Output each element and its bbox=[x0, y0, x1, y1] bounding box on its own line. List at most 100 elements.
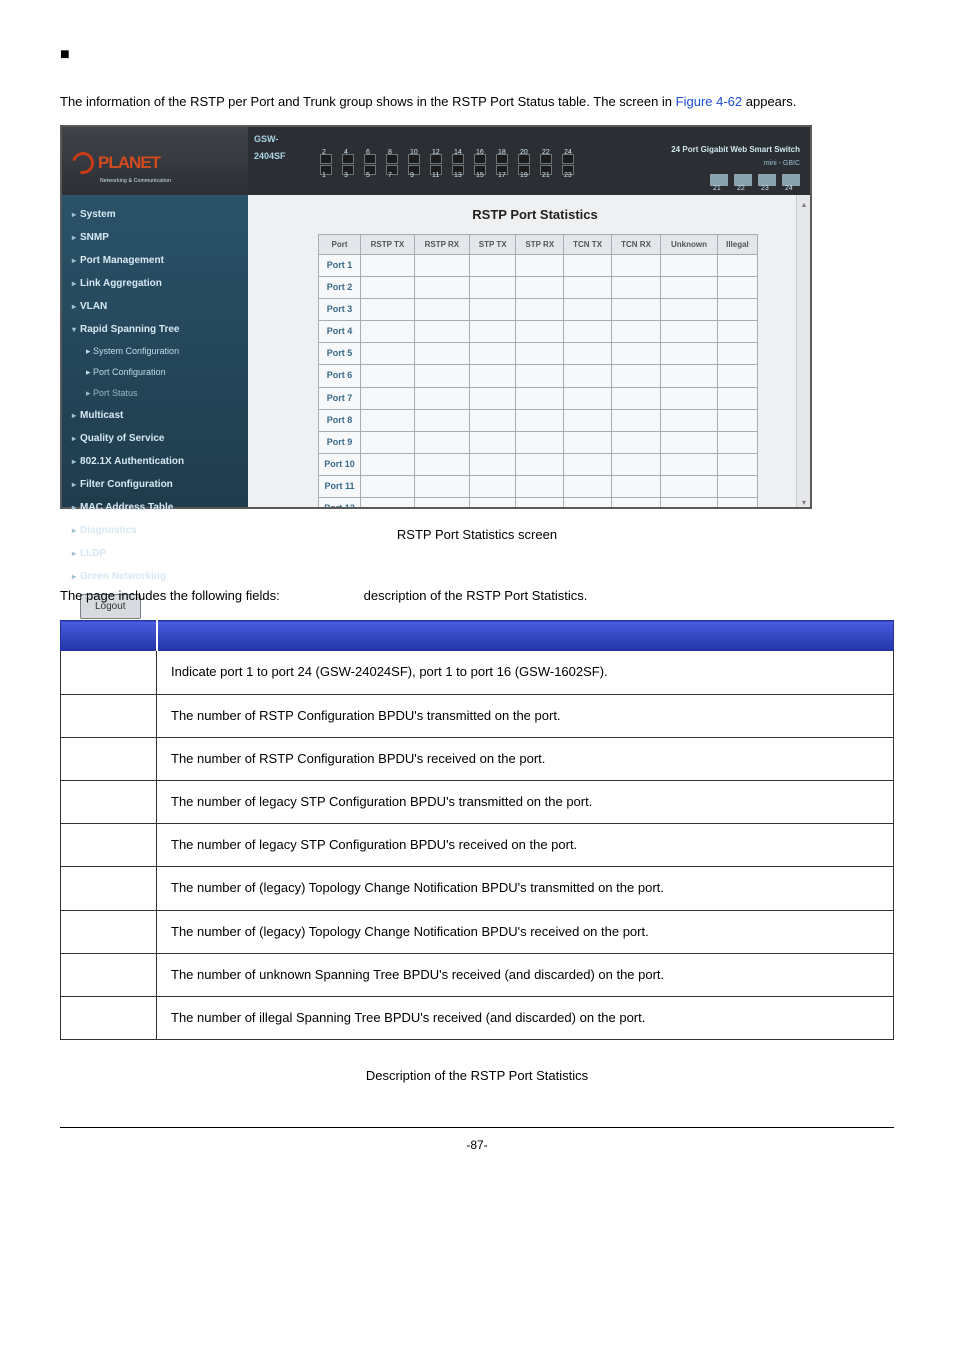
stat-cell bbox=[661, 453, 718, 475]
stat-cell bbox=[564, 497, 612, 507]
stat-cell bbox=[469, 431, 516, 453]
table-row: Port 3 bbox=[319, 299, 758, 321]
stat-cell bbox=[717, 254, 757, 276]
table-row: The number of RSTP Configuration BPDU's … bbox=[61, 737, 894, 780]
desc-text-cell: The number of legacy STP Configuration B… bbox=[157, 781, 894, 824]
sidebar-item[interactable]: SNMP bbox=[68, 226, 242, 249]
table-row: Port 5 bbox=[319, 343, 758, 365]
table-row: The number of unknown Spanning Tree BPDU… bbox=[61, 953, 894, 996]
stat-cell bbox=[612, 254, 661, 276]
stat-cell bbox=[414, 431, 469, 453]
sidebar-item[interactable]: 802.1X Authentication bbox=[68, 450, 242, 473]
desc-object-cell bbox=[61, 824, 157, 867]
stat-cell bbox=[469, 299, 516, 321]
stat-cell bbox=[717, 497, 757, 507]
sidebar-item-label: System Configuration bbox=[93, 346, 179, 356]
port-cell: Port 2 bbox=[319, 277, 361, 299]
sidebar-item-label: Port Configuration bbox=[93, 367, 166, 377]
sidebar-item[interactable]: Link Aggregation bbox=[68, 272, 242, 295]
stat-cell bbox=[564, 387, 612, 409]
stat-cell bbox=[564, 299, 612, 321]
desc-text-cell: The number of (legacy) Topology Change N… bbox=[157, 910, 894, 953]
stat-cell bbox=[612, 365, 661, 387]
sidebar-subitem[interactable]: ▸ Port Configuration bbox=[68, 362, 242, 383]
sidebar-item-label: 802.1X Authentication bbox=[80, 456, 184, 467]
sidebar-item[interactable]: LLDP bbox=[68, 542, 242, 565]
table-row: Port 8 bbox=[319, 409, 758, 431]
port-number-top: 10 bbox=[410, 146, 418, 159]
stats-column-header: RSTP RX bbox=[414, 234, 469, 254]
page-footer: -87- bbox=[60, 1127, 894, 1157]
port-pair: 1615 bbox=[474, 154, 486, 175]
port-cell: Port 5 bbox=[319, 343, 361, 365]
page-number: -87- bbox=[466, 1138, 487, 1152]
stat-cell bbox=[361, 321, 415, 343]
stat-cell bbox=[612, 321, 661, 343]
desc-object-cell bbox=[61, 910, 157, 953]
stat-cell bbox=[414, 277, 469, 299]
port-pair: 43 bbox=[342, 154, 354, 175]
stat-cell bbox=[361, 387, 415, 409]
port-number-top: 24 bbox=[564, 146, 572, 159]
desc-object-cell bbox=[61, 737, 157, 780]
stat-cell bbox=[612, 299, 661, 321]
table-row: Port 10 bbox=[319, 453, 758, 475]
screenshot-panel: GSW-2404SF PLANET Networking & Communica… bbox=[60, 125, 812, 509]
desc-object-cell bbox=[61, 953, 157, 996]
port-number-top: 14 bbox=[454, 146, 462, 159]
sidebar-subitem[interactable]: ▸ Port Status bbox=[68, 383, 242, 404]
port-cell: Port 6 bbox=[319, 365, 361, 387]
stat-cell bbox=[717, 365, 757, 387]
stat-cell bbox=[612, 431, 661, 453]
gbic-number: 22 bbox=[737, 182, 745, 195]
stat-cell bbox=[717, 277, 757, 299]
sidebar-item[interactable]: Rapid Spanning Tree bbox=[68, 318, 242, 341]
banner-title: 24 Port Gigabit Web Smart Switch bbox=[671, 142, 800, 157]
sidebar-item-label: Filter Configuration bbox=[80, 479, 173, 490]
sidebar-item[interactable]: Diagnostics bbox=[68, 519, 242, 542]
port-number-top: 16 bbox=[476, 146, 484, 159]
stat-cell bbox=[661, 387, 718, 409]
sidebar-subitem[interactable]: ▸ System Configuration bbox=[68, 341, 242, 362]
port-number-bottom: 21 bbox=[542, 169, 550, 182]
sidebar-item-label: MAC Address Table bbox=[80, 502, 173, 513]
page-title: RSTP Port Statistics bbox=[278, 203, 792, 228]
stat-cell bbox=[516, 365, 564, 387]
sidebar-nav: SystemSNMPPort ManagementLink Aggregatio… bbox=[62, 195, 248, 507]
scroll-down-icon[interactable]: ▾ bbox=[799, 495, 809, 505]
stat-cell bbox=[717, 343, 757, 365]
stat-cell bbox=[612, 453, 661, 475]
port-cell: Port 11 bbox=[319, 475, 361, 497]
scrollbar[interactable]: ▴ ▾ bbox=[796, 195, 810, 507]
stat-cell bbox=[661, 321, 718, 343]
sidebar-item-label: Green Networking bbox=[80, 571, 166, 582]
planet-logo-icon bbox=[68, 148, 98, 178]
gbic-slot: 21 bbox=[710, 174, 728, 186]
sidebar-item[interactable]: VLAN bbox=[68, 295, 242, 318]
port-number-bottom: 1 bbox=[322, 169, 326, 182]
scroll-up-icon[interactable]: ▴ bbox=[799, 197, 809, 207]
sidebar-item[interactable]: System bbox=[68, 203, 242, 226]
sidebar-item[interactable]: Filter Configuration bbox=[68, 473, 242, 496]
rstp-stats-table: PortRSTP TXRSTP RXSTP TXSTP RXTCN TXTCN … bbox=[318, 234, 758, 507]
stat-cell bbox=[469, 321, 516, 343]
stat-cell bbox=[564, 453, 612, 475]
sidebar-item[interactable]: Port Management bbox=[68, 249, 242, 272]
intro-text-after: appears. bbox=[742, 94, 796, 109]
stat-cell bbox=[717, 321, 757, 343]
screenshot-header: GSW-2404SF PLANET Networking & Communica… bbox=[62, 127, 810, 195]
table-row: Port 9 bbox=[319, 431, 758, 453]
sidebar-item[interactable]: MAC Address Table bbox=[68, 496, 242, 519]
port-cell: Port 9 bbox=[319, 431, 361, 453]
sidebar-item[interactable]: Multicast bbox=[68, 404, 242, 427]
sidebar-item[interactable]: Quality of Service bbox=[68, 427, 242, 450]
desc-text-cell: The number of unknown Spanning Tree BPDU… bbox=[157, 953, 894, 996]
port-number-top: 4 bbox=[344, 146, 348, 159]
port-cell: Port 10 bbox=[319, 453, 361, 475]
port-number-bottom: 19 bbox=[520, 169, 528, 182]
stat-cell bbox=[516, 299, 564, 321]
port-number-top: 12 bbox=[432, 146, 440, 159]
stat-cell bbox=[717, 387, 757, 409]
port-number-bottom: 13 bbox=[454, 169, 462, 182]
stat-cell bbox=[469, 254, 516, 276]
